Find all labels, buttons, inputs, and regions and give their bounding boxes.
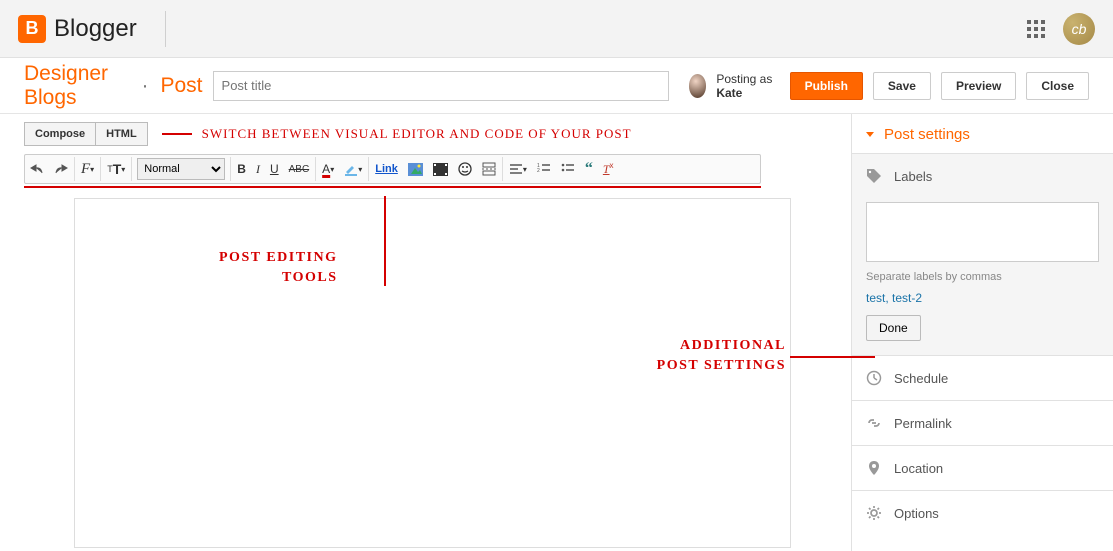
breadcrumb-blog[interactable]: Designer Blogs: [24, 62, 130, 110]
header-divider: [165, 11, 166, 47]
options-row[interactable]: Options: [852, 491, 1113, 535]
annotation-settings-line: [790, 356, 875, 358]
author-avatar: [689, 74, 707, 98]
blogger-logo-icon: B: [18, 15, 46, 43]
text-color-icon[interactable]: A▾: [317, 155, 339, 183]
svg-text:2: 2: [537, 168, 540, 174]
location-pin-icon: [866, 460, 882, 476]
insert-video-icon[interactable]: [428, 155, 453, 183]
labels-done-button[interactable]: Done: [866, 315, 921, 341]
posting-as-label: Posting as Kate: [716, 72, 779, 100]
preview-button[interactable]: Preview: [941, 72, 1016, 100]
account-avatar[interactable]: cb: [1063, 13, 1095, 45]
save-button[interactable]: Save: [873, 72, 931, 100]
post-settings-panel: Post settings Labels Separate labels by …: [851, 114, 1113, 551]
permalink-row[interactable]: Permalink: [852, 401, 1113, 445]
bold-icon[interactable]: B: [232, 155, 251, 183]
format-select[interactable]: Normal: [137, 158, 225, 180]
gear-icon: [866, 505, 882, 521]
font-family-icon[interactable]: F▾: [76, 155, 99, 183]
labels-hint: Separate labels by commas: [866, 271, 1099, 283]
editor-column: Compose HTML SWITCH BETWEEN VISUAL EDITO…: [0, 114, 851, 551]
location-row[interactable]: Location: [852, 446, 1113, 490]
strikethrough-icon[interactable]: ABC: [284, 155, 315, 183]
labels-textarea[interactable]: [866, 202, 1099, 262]
editor-toolbar: F▾ TT▾ Normal B I U ABC A▾ ▾ Link ▾ 12 “…: [24, 154, 761, 184]
annotation-tools-label: POST EDITING TOOLS: [219, 248, 338, 287]
editor-mode-row: Compose HTML SWITCH BETWEEN VISUAL EDITO…: [24, 120, 851, 148]
caret-down-icon: [866, 132, 874, 137]
breadcrumb-section: Post: [161, 74, 203, 98]
google-apps-icon[interactable]: [1027, 20, 1045, 38]
font-size-icon[interactable]: TT▾: [102, 155, 130, 183]
undo-icon[interactable]: [25, 155, 49, 183]
app-header: B Blogger cb: [0, 0, 1113, 58]
annotation-underline: [24, 186, 761, 188]
close-button[interactable]: Close: [1026, 72, 1089, 100]
blockquote-icon[interactable]: “: [580, 155, 598, 183]
remove-formatting-icon[interactable]: Tx: [598, 155, 619, 183]
brand-name: Blogger: [54, 15, 137, 43]
settings-section-labels: Labels Separate labels by commas test, t…: [852, 153, 1113, 355]
insert-image-icon[interactable]: [403, 155, 428, 183]
labels-body: Separate labels by commas test, test-2 D…: [852, 198, 1113, 355]
annotation-settings-label: ADDITIONAL POST SETTINGS: [657, 336, 786, 375]
tab-html[interactable]: HTML: [96, 123, 147, 145]
main-area: Compose HTML SWITCH BETWEEN VISUAL EDITO…: [0, 114, 1113, 551]
schedule-row[interactable]: Schedule: [852, 356, 1113, 400]
annotation-line: [162, 133, 192, 135]
italic-icon[interactable]: I: [251, 155, 265, 183]
insert-emoji-icon[interactable]: [453, 155, 477, 183]
annotation-tools-line: [384, 196, 386, 286]
post-title-input[interactable]: [213, 71, 669, 101]
editor-mode-tabs: Compose HTML: [24, 122, 148, 146]
bullet-list-icon[interactable]: [556, 155, 580, 183]
labels-title: Labels: [894, 169, 932, 184]
highlight-color-icon[interactable]: ▾: [339, 155, 367, 183]
align-icon[interactable]: ▾: [504, 155, 532, 183]
labels-suggestions[interactable]: test, test-2: [866, 291, 1099, 305]
post-settings-heading[interactable]: Post settings: [852, 114, 1113, 153]
underline-icon[interactable]: U: [265, 155, 284, 183]
post-header: Designer Blogs · Post Posting as Kate Pu…: [0, 58, 1113, 114]
breadcrumb-separator: ·: [140, 74, 151, 98]
link-icon: [866, 415, 882, 431]
redo-icon[interactable]: [49, 155, 73, 183]
insert-jump-break-icon[interactable]: [477, 155, 501, 183]
labels-row[interactable]: Labels: [852, 154, 1113, 198]
tab-compose[interactable]: Compose: [25, 123, 96, 145]
annotation-switch-editor: SWITCH BETWEEN VISUAL EDITOR AND CODE OF…: [202, 126, 632, 142]
publish-button[interactable]: Publish: [790, 72, 863, 100]
editor-canvas-wrap: POST EDITING TOOLS ADDITIONAL POST SETTI…: [24, 198, 851, 548]
tag-icon: [866, 168, 882, 184]
insert-link-button[interactable]: Link: [370, 155, 403, 183]
numbered-list-icon[interactable]: 12: [532, 155, 556, 183]
clock-icon: [866, 370, 882, 386]
